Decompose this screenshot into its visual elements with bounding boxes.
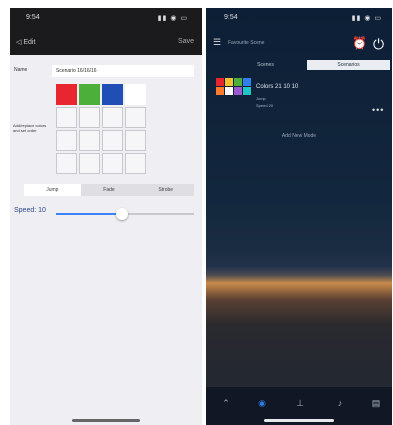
name-field[interactable] (52, 65, 194, 77)
mode-option-fade[interactable]: Fade (81, 184, 138, 196)
color-slot-empty[interactable] (102, 153, 123, 174)
scenario-mode: Jump (256, 96, 266, 101)
color-slot-empty[interactable] (102, 130, 123, 151)
mode-option-strobe[interactable]: Strobe (137, 184, 194, 196)
header-title: Favourite Scene (228, 40, 265, 46)
scene-icon[interactable]: ▤ (366, 393, 386, 413)
color-swatch (234, 87, 242, 95)
tab-scenarios[interactable]: Scenarios (307, 60, 390, 70)
color-slot-empty[interactable] (125, 107, 146, 128)
color-slot-empty[interactable] (56, 107, 77, 128)
speed-slider[interactable] (56, 208, 194, 220)
name-row: Name (10, 64, 202, 80)
alarm-clock-icon[interactable]: ⏰ (352, 36, 367, 50)
color-swatch (225, 78, 233, 86)
save-button[interactable]: Save (178, 38, 194, 45)
speed-slider-thumb[interactable] (116, 208, 129, 220)
scenario-title[interactable]: Colors 21 10 10 (256, 84, 298, 90)
color-swatch (234, 78, 242, 86)
scenario-speed: Speed 20 (256, 103, 274, 108)
color-slot-filled[interactable] (125, 84, 146, 105)
color-slot-filled[interactable] (56, 84, 77, 105)
status-icons: ▮▮ ◉ ▭ (157, 15, 188, 22)
power-icon[interactable]: ⏻ (373, 36, 384, 53)
color-swatch (243, 78, 251, 86)
grid-hint-text: Add/replace colors and set order (13, 123, 47, 133)
color-swatch (243, 87, 251, 95)
tab-scenes[interactable]: Scenes (224, 60, 307, 70)
nav-bar: 9:54 ▮▮ ◉ ▭ ◁ Edit Save (10, 8, 202, 55)
status-icons: ▮▮ ◉ ▭ (351, 15, 382, 22)
mic-icon[interactable]: ⌃ (216, 393, 236, 413)
color-slot-empty[interactable] (56, 153, 77, 174)
menu-icon[interactable]: ☰ (213, 38, 221, 47)
color-grid (56, 84, 148, 178)
color-slot-empty[interactable] (79, 107, 100, 128)
color-slot-empty[interactable] (56, 130, 77, 151)
color-slot-filled[interactable] (102, 84, 123, 105)
scenarios-screen: 9:54 ▮▮ ◉ ▭ ☰ Favourite Scene ⏰ ⏻ Scenes… (206, 8, 392, 425)
color-slot-empty[interactable] (79, 153, 100, 174)
color-swatch (216, 87, 224, 95)
palette-icon[interactable]: ◉ (252, 393, 272, 413)
color-slot-empty[interactable] (102, 107, 123, 128)
mode-option-jump[interactable]: Jump (24, 184, 81, 196)
mode-segmented-control: Jump Fade Strobe (24, 184, 194, 196)
speed-label: Speed: 10 (14, 207, 46, 214)
status-time: 9:54 (26, 14, 40, 21)
color-swatch (216, 78, 224, 86)
more-options-icon[interactable]: ••• (372, 106, 384, 115)
status-time: 9:54 (224, 14, 238, 21)
status-bar: 9:54 ▮▮ ◉ ▭ (20, 14, 192, 26)
status-bar: 9:54 ▮▮ ◉ ▭ (212, 14, 384, 26)
music-icon[interactable]: ♪ (330, 393, 350, 413)
color-swatch (225, 87, 233, 95)
home-indicator (72, 419, 140, 422)
name-label: Name (14, 67, 28, 73)
color-slot-empty[interactable] (125, 130, 146, 151)
scenario-color-icon (216, 78, 252, 98)
add-new-mode-label[interactable]: Add New Mode (206, 133, 392, 139)
color-slot-empty[interactable] (125, 153, 146, 174)
color-slot-filled[interactable] (79, 84, 100, 105)
back-button[interactable]: ◁ Edit (16, 38, 35, 46)
temperature-icon[interactable]: ⊥ (290, 393, 310, 413)
color-scenario-editor-screen: 9:54 ▮▮ ◉ ▭ ◁ Edit Save Name Add/replace… (10, 8, 202, 425)
speed-slider-fill (56, 213, 123, 215)
segment-tabs: Scenes Scenarios (224, 60, 390, 70)
color-slot-empty[interactable] (79, 130, 100, 151)
home-indicator (264, 419, 334, 422)
